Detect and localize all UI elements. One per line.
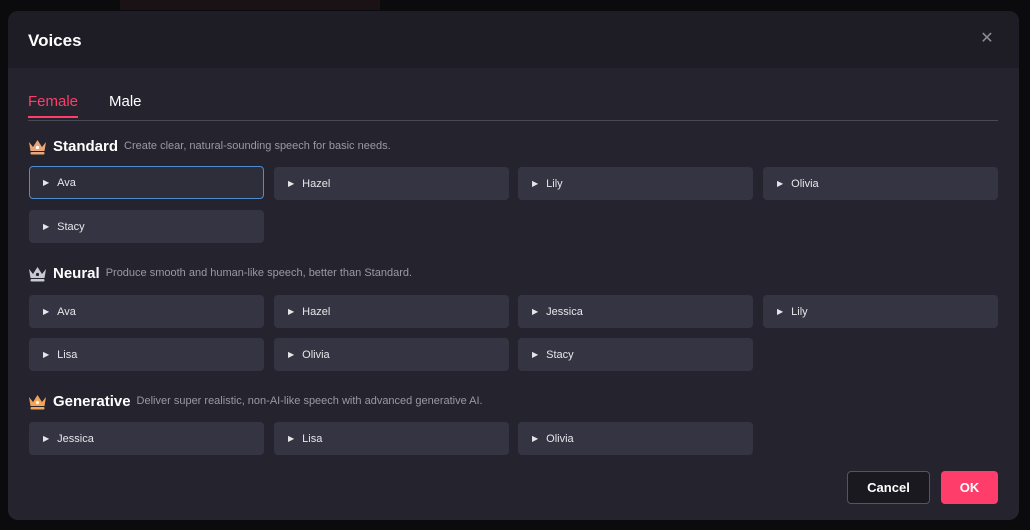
voice-neural-lily[interactable]: ▶ Lily xyxy=(763,295,998,328)
play-icon: ▶ xyxy=(532,179,539,188)
voice-neural-ava[interactable]: ▶ Ava xyxy=(29,295,264,328)
dialog-title: Voices xyxy=(28,31,82,50)
voice-label: Ava xyxy=(57,305,76,318)
voice-standard-ava[interactable]: ▶ Ava xyxy=(29,166,264,199)
voice-standard-olivia[interactable]: ▶ Olivia xyxy=(763,167,998,200)
crown-icon xyxy=(29,394,46,409)
section-description: Deliver super realistic, non-AI-like spe… xyxy=(136,395,483,407)
section-description: Produce smooth and human-like speech, be… xyxy=(105,267,413,279)
play-icon: ▶ xyxy=(288,434,295,443)
section-name: Neural xyxy=(53,264,100,282)
play-icon: ▶ xyxy=(43,434,50,443)
crown-icon xyxy=(29,139,46,154)
voice-neural-hazel[interactable]: ▶ Hazel xyxy=(274,295,509,328)
section-neural-header: Neural Produce smooth and human-like spe… xyxy=(28,262,412,284)
voice-label: Olivia xyxy=(302,348,330,361)
voice-standard-stacy[interactable]: ▶ Stacy xyxy=(29,210,264,243)
voice-generative-jessica[interactable]: ▶ Jessica xyxy=(29,422,264,455)
play-icon: ▶ xyxy=(43,307,50,316)
gender-tabs: Female Male xyxy=(28,93,998,121)
voice-label: Lily xyxy=(546,177,563,190)
play-icon: ▶ xyxy=(532,307,539,316)
cancel-button[interactable]: Cancel xyxy=(847,471,930,504)
play-icon: ▶ xyxy=(532,434,539,443)
play-icon: ▶ xyxy=(288,350,295,359)
voice-label: Ava xyxy=(57,176,76,189)
voice-neural-olivia[interactable]: ▶ Olivia xyxy=(274,338,509,371)
section-generative-header: Generative Deliver super realistic, non-… xyxy=(28,390,483,412)
dialog-header: Voices ✕ xyxy=(8,11,1019,68)
voice-label: Jessica xyxy=(57,432,94,445)
voice-label: Stacy xyxy=(57,220,85,233)
play-icon: ▶ xyxy=(43,178,50,187)
voice-generative-lisa[interactable]: ▶ Lisa xyxy=(274,422,509,455)
crown-icon xyxy=(29,266,46,281)
voice-standard-hazel[interactable]: ▶ Hazel xyxy=(274,167,509,200)
voice-generative-olivia[interactable]: ▶ Olivia xyxy=(518,422,753,455)
tab-female[interactable]: Female xyxy=(28,93,79,118)
voice-neural-lisa[interactable]: ▶ Lisa xyxy=(29,338,264,371)
voice-label: Hazel xyxy=(302,177,331,190)
play-icon: ▶ xyxy=(288,307,295,316)
play-icon: ▶ xyxy=(777,179,784,188)
tab-male[interactable]: Male xyxy=(109,93,142,116)
voice-label: Jessica xyxy=(546,305,583,318)
play-icon: ▶ xyxy=(777,307,784,316)
voice-standard-lily[interactable]: ▶ Lily xyxy=(518,167,753,200)
section-name: Generative xyxy=(53,392,131,410)
ok-button[interactable]: OK xyxy=(941,471,998,504)
close-icon[interactable]: ✕ xyxy=(977,29,997,49)
voice-label: Stacy xyxy=(546,348,574,361)
voice-label: Hazel xyxy=(302,305,331,318)
play-icon: ▶ xyxy=(532,350,539,359)
play-icon: ▶ xyxy=(43,222,50,231)
play-icon: ▶ xyxy=(288,179,295,188)
voice-label: Lisa xyxy=(302,432,323,445)
voice-label: Olivia xyxy=(791,177,819,190)
voice-neural-stacy[interactable]: ▶ Stacy xyxy=(518,338,753,371)
background-app xyxy=(120,0,380,10)
voices-dialog: Voices ✕ Female Male Standard Create cle… xyxy=(8,11,1019,520)
play-icon: ▶ xyxy=(43,350,50,359)
voice-label: Olivia xyxy=(546,432,574,445)
voice-neural-jessica[interactable]: ▶ Jessica xyxy=(518,295,753,328)
voice-label: Lily xyxy=(791,305,808,318)
section-description: Create clear, natural-sounding speech fo… xyxy=(124,140,391,152)
section-standard-header: Standard Create clear, natural-sounding … xyxy=(28,135,391,157)
voice-label: Lisa xyxy=(57,348,78,361)
section-name: Standard xyxy=(53,137,119,155)
